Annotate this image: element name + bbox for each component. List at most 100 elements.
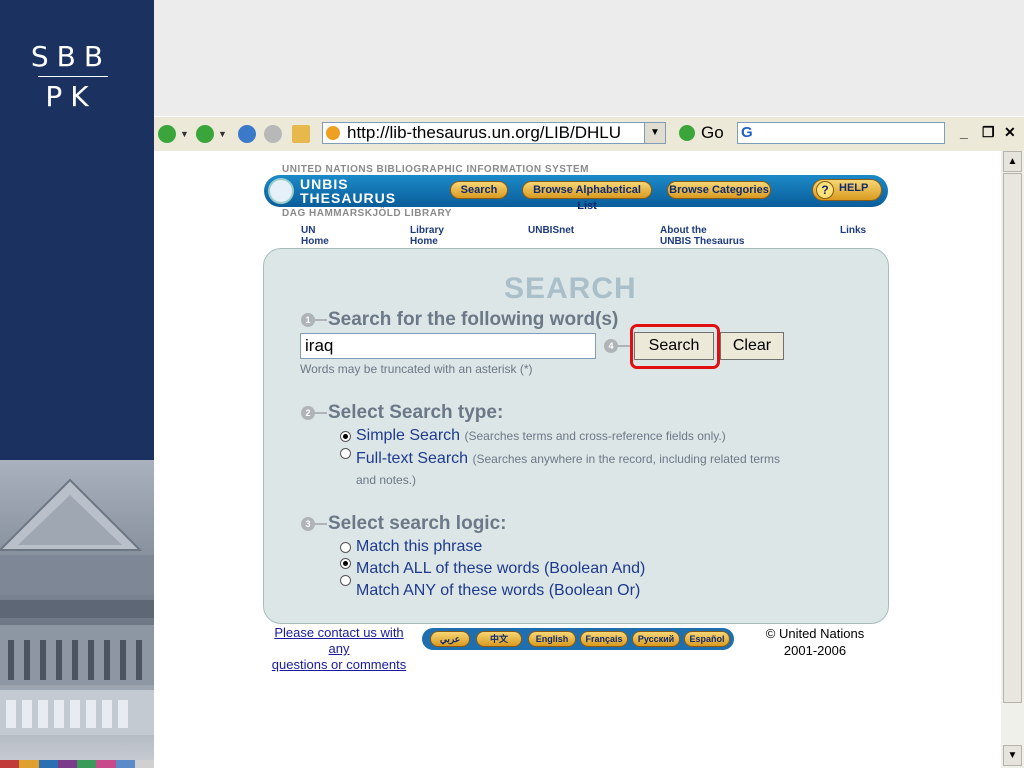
match-all-radio[interactable] (340, 558, 351, 569)
close-icon[interactable]: ✕ (1004, 124, 1016, 141)
match-phrase-option[interactable]: Match this phrase (356, 538, 482, 556)
contact-line1[interactable]: Please contact us with (266, 625, 412, 641)
logo-divider (38, 76, 108, 77)
strip-segment (77, 760, 97, 768)
scroll-up-icon[interactable]: ▲ (1003, 151, 1022, 172)
copyright-line2: 2001-2006 (783, 643, 847, 658)
banner-search-button[interactable]: Search (450, 181, 508, 199)
lang-arabic-button[interactable]: عربي (430, 631, 470, 647)
search-query-input[interactable] (300, 333, 596, 359)
stop-icon[interactable] (264, 125, 282, 143)
address-dropdown-icon[interactable]: ▼ (644, 123, 665, 143)
strip-segment (134, 760, 154, 768)
simple-search-radio[interactable] (340, 431, 351, 442)
nav-about-line1: About the (660, 225, 707, 236)
google-search-box[interactable]: G (737, 122, 945, 144)
address-bar[interactable]: http://lib-thesaurus.un.org/LIB/DHLU ▼ (322, 122, 666, 144)
help-button[interactable]: ? HELP (812, 179, 882, 201)
nav-un-home-line1: UN (301, 225, 316, 236)
vertical-scrollbar[interactable]: ▲ ▼ (1001, 151, 1024, 768)
search-heading: SEARCH (504, 272, 637, 305)
match-all-option[interactable]: Match ALL of these words (Boolean And) (356, 560, 645, 578)
help-icon: ? (816, 181, 834, 199)
copyright-line1: © United Nations (765, 626, 865, 641)
contact-line2[interactable]: any (266, 641, 412, 657)
nav-un-home[interactable]: UN Home (301, 225, 329, 247)
nav-unbisnet[interactable]: UNBISnet (528, 225, 574, 236)
truncation-hint: Words may be truncated with an asterisk … (300, 362, 533, 376)
lang-english-button[interactable]: English (528, 631, 576, 647)
home-icon[interactable] (292, 125, 310, 143)
browse-alphabetical-button[interactable]: Browse Alphabetical List (522, 181, 652, 212)
unbis-title-line1: UNBIS (300, 176, 349, 192)
sbb-logo-top: SBB (30, 40, 112, 73)
language-bar: عربي 中文 English Français Русский Español (422, 628, 734, 650)
help-label: HELP (839, 182, 869, 194)
building-photo (0, 460, 154, 760)
minimize-icon[interactable]: _ (960, 124, 968, 140)
unbis-title-line2: THESAURUS (300, 190, 397, 206)
lang-russian-button[interactable]: Русский (632, 631, 680, 647)
unbis-system-label: UNITED NATIONS BIBLIOGRAPHIC INFORMATION… (282, 164, 590, 175)
google-icon: G (741, 124, 753, 141)
lang-french-button[interactable]: Français (580, 631, 628, 647)
scroll-down-icon[interactable]: ▼ (1003, 745, 1022, 766)
scroll-thumb[interactable] (1003, 173, 1022, 703)
strip-segment (115, 760, 135, 768)
fulltext-search-option[interactable]: Full-text Search (Searches anywhere in t… (356, 450, 780, 468)
nav-library-home-line2: Home (410, 236, 438, 247)
clear-button[interactable]: Clear (720, 332, 784, 360)
search-button-highlight (630, 324, 720, 369)
step-1-title: Search for the following word(s) (328, 309, 619, 330)
step-2-badge: 2 (301, 406, 315, 420)
simple-search-note: (Searches terms and cross-reference fiel… (464, 429, 726, 443)
copyright: © United Nations 2001-2006 (752, 625, 878, 659)
strip-segment (19, 760, 39, 768)
nav-about-line2: UNBIS Thesaurus (660, 236, 745, 247)
library-label: DAG HAMMARSKJÖLD LIBRARY (282, 208, 452, 219)
strip-segment (57, 760, 77, 768)
sbb-logo-bottom: PK (45, 80, 97, 113)
step-3-title: Select search logic: (328, 513, 507, 534)
go-icon (679, 125, 695, 141)
fulltext-search-radio[interactable] (340, 448, 351, 459)
strip-segment (96, 760, 116, 768)
fulltext-search-note-cont: and notes.) (356, 473, 417, 487)
back-dropdown-icon[interactable]: ▼ (180, 129, 189, 139)
restore-icon[interactable]: ❐ (982, 124, 995, 141)
match-any-radio[interactable] (340, 575, 351, 586)
lang-chinese-button[interactable]: 中文 (476, 631, 522, 647)
nav-about[interactable]: About the UNBIS Thesaurus (660, 225, 744, 247)
un-emblem-icon (268, 178, 294, 204)
nav-links[interactable]: Links (840, 225, 866, 236)
step-connector (315, 412, 327, 414)
nav-un-home-line2: Home (301, 236, 329, 247)
step-4-badge: 4 (604, 339, 618, 353)
unbis-title: UNBIS THESAURUS (300, 177, 396, 205)
nav-library-home[interactable]: Library Home (410, 225, 444, 247)
page-icon (326, 126, 340, 140)
back-icon[interactable] (158, 125, 176, 143)
contact-line3[interactable]: questions or comments (266, 657, 412, 673)
browse-categories-button[interactable]: Browse Categories (667, 181, 771, 199)
forward-dropdown-icon[interactable]: ▼ (218, 129, 227, 139)
match-any-option[interactable]: Match ANY of these words (Boolean Or) (356, 582, 640, 600)
contact-link[interactable]: Please contact us with any questions or … (266, 625, 412, 673)
fulltext-search-label: Full-text Search (356, 450, 469, 467)
step-connector (315, 523, 327, 525)
strip-segment (38, 760, 58, 768)
refresh-icon[interactable] (238, 125, 256, 143)
color-strip (0, 760, 154, 768)
match-phrase-radio[interactable] (340, 542, 351, 553)
simple-search-option[interactable]: Simple Search (Searches terms and cross-… (356, 427, 726, 445)
unbis-banner: UNBIS THESAURUS Search Browse Alphabetic… (264, 175, 888, 212)
step-1-badge: 1 (301, 313, 315, 327)
step-2-title: Select Search type: (328, 402, 504, 423)
forward-icon[interactable] (196, 125, 214, 143)
step-connector (315, 319, 327, 321)
strip-segment (0, 760, 20, 768)
lang-spanish-button[interactable]: Español (684, 631, 730, 647)
browser-toolbar: ▼ ▼ http://lib-thesaurus.un.org/LIB/DHLU… (154, 116, 1024, 152)
step-3-badge: 3 (301, 517, 315, 531)
address-text[interactable]: http://lib-thesaurus.un.org/LIB/DHLU (347, 123, 621, 143)
